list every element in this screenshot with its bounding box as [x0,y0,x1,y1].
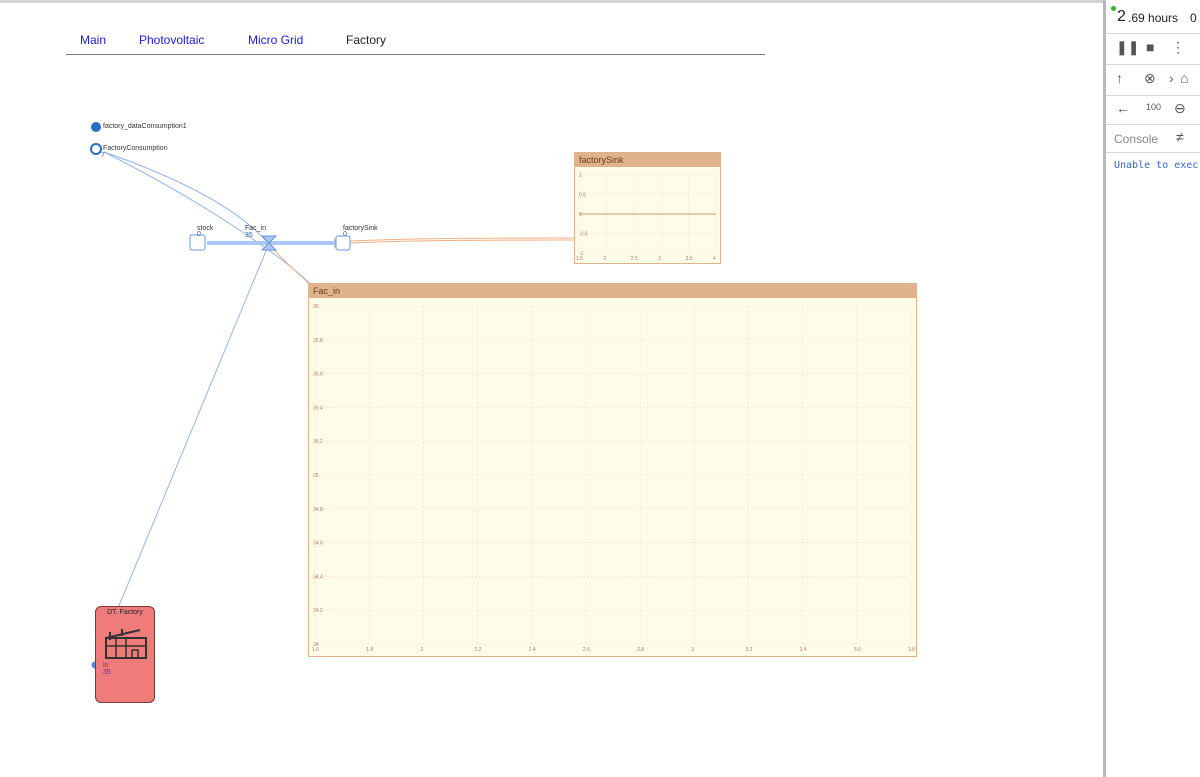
x-tick-label: 1.8 [366,647,373,653]
x-tick-label: 3.8 [908,647,915,653]
fac-in-chart[interactable]: Fac_in 36 35.8 35.6 35.4 35.2 35 34.8 34.6 34.4 3… [308,283,917,657]
clear-console-icon[interactable]: ≠ [1176,129,1184,145]
chevron-right-icon[interactable]: › [1169,70,1174,86]
x-tick-label: 2.2 [475,647,482,653]
y-tick-label: 34.4 [313,574,323,580]
x-tick-label: 3 [658,256,661,262]
stock-value: 0 [197,231,201,238]
y-tick-label: 35.8 [313,338,323,344]
x-tick-label: 3.6 [854,647,861,653]
big-chart-plot: 3635.835.635.435.23534.834.634.434.2341.… [312,304,915,653]
y-tick-label: 0 [579,212,582,218]
x-tick-label: 2.4 [529,647,536,653]
x-tick-label: 2.6 [583,647,590,653]
chart-title: factorySink [575,153,720,167]
y-tick-label: 1 [579,173,582,179]
dt-port-label: in [103,662,109,669]
chart-title: Fac_in [309,284,916,298]
dt-port-value: 35 [103,669,111,676]
y-tick-label: 35 [313,473,319,479]
time-row: 2 .69 hours 0 [1106,0,1200,34]
y-tick-label: 0.5 [579,193,586,199]
console-header: Console ≠ [1106,125,1200,153]
dt-factory-title: DT. Factory [107,609,143,616]
factory-sink-value: 0 [343,231,347,238]
zoom-out-icon[interactable]: ⊖ [1174,100,1186,117]
debug-sidebar: 2 .69 hours 0 ❚❚ ■ ⋮ ↑ ⊗ › ⌂ ← 100 ⊖ Con… [1103,0,1200,777]
factory-sink-chart[interactable]: factorySink 1 0.5 0 -0.5 -1 1.5 2 2.5 3 3.5 4 [574,152,721,264]
factory-icon [105,629,147,659]
dt-factory-block[interactable]: DT. Factory in 35 [95,606,155,703]
x-tick-label: 3.2 [745,647,752,653]
status-dot-icon [1111,6,1116,11]
y-tick-label: 35.4 [313,405,323,411]
x-tick-label: 3.5 [686,256,693,262]
zoom-100-icon[interactable]: 100 [1146,102,1161,112]
home-icon[interactable]: ⌂ [1180,70,1188,86]
arrow-left-icon[interactable]: ← [1116,100,1130,116]
y-tick-label: 36 [313,304,319,310]
console-tab[interactable]: Console [1114,132,1158,146]
factory-consumption-label: FactoryConsumption [103,145,168,152]
factory-data-consumption-label: factory_dataConsumption1 [103,123,187,130]
y-tick-label: -0.5 [579,232,588,238]
playback-controls: ❚❚ ■ ⋮ [1106,34,1200,65]
view-controls: ← 100 ⊖ [1106,96,1200,125]
y-tick-label: 34.2 [313,608,323,614]
pause-icon[interactable]: ❚❚ [1116,39,1139,56]
factory-consumption-value: 7 [101,152,105,159]
arrow-up-icon[interactable]: ↑ [1116,70,1123,86]
x-tick-label: 3 [691,647,694,653]
x-tick-label: 2.5 [631,256,638,262]
parameter-icon[interactable] [91,122,101,132]
x-tick-label: 1.5 [576,256,583,262]
y-tick-label: 34.8 [313,507,323,513]
y-tick-label: 34.6 [313,541,323,547]
small-chart-plot: 10.50-0.5-11.5 2 2.5 3 3.5 4 [576,173,717,262]
fac-in-value: 35 [245,232,253,239]
stop-icon[interactable]: ■ [1146,39,1154,55]
time-suffix: 0 [1190,11,1197,25]
link-flow-to-dt [117,245,269,609]
link-sink-to-chart [349,239,575,244]
time-value: 2 [1117,8,1126,25]
fac-in-label: Fac_in [245,225,267,232]
console-message: Unable to exec [1114,160,1199,171]
x-tick-label: 4 [713,256,716,262]
sink-node[interactable] [335,235,351,251]
x-tick-label: 3.4 [800,647,807,653]
factory-sink-label: factorySink [343,225,378,232]
close-circle-icon[interactable]: ⊗ [1144,70,1156,87]
y-tick-label: 35.2 [313,439,323,445]
y-tick-label: 35.6 [313,372,323,378]
x-tick-label: 2 [420,647,423,653]
x-tick-label: 1.6 [312,647,319,653]
link-consumption-to-flow [103,151,269,244]
x-tick-label: 2 [603,256,606,262]
refresh-icon[interactable] [90,143,102,155]
link-consumption-to-chart [103,151,319,293]
navigation-controls: ↑ ⊗ › ⌂ [1106,65,1200,96]
time-unit: .69 hours [1128,11,1179,25]
x-tick-label: 2.8 [637,647,644,653]
more-icon[interactable]: ⋮ [1171,39,1185,56]
